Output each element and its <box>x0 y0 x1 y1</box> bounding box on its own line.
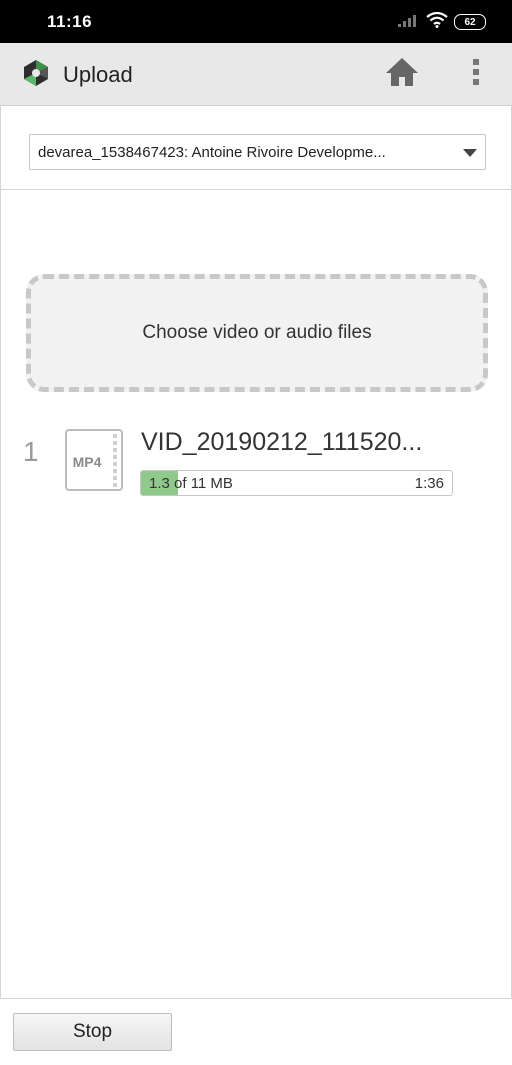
upload-progress-text: 1.3 of 11 MB <box>149 475 233 492</box>
signal-icon <box>398 13 420 32</box>
overflow-menu-icon <box>472 58 480 91</box>
upload-item-index: 1 <box>23 436 39 467</box>
status-icons: 62 <box>398 11 486 33</box>
app-logo-icon <box>22 59 50 87</box>
chevron-down-icon <box>463 149 477 157</box>
upload-item: 1 MP4 VID_20190212_111520... 1.3 of 11 M… <box>1 426 512 506</box>
channel-select[interactable]: devarea_1538467423: Antoine Rivoire Deve… <box>29 134 486 170</box>
upload-panel: Choose video or audio files 1 MP4 VID_20… <box>0 190 512 999</box>
upload-time-remaining: 1:36 <box>414 475 444 492</box>
home-icon <box>385 57 419 92</box>
battery-level: 62 <box>464 16 476 28</box>
wifi-icon <box>426 11 448 33</box>
channel-select-section: devarea_1538467423: Antoine Rivoire Deve… <box>0 106 512 190</box>
file-type-label: MP4 <box>73 454 102 470</box>
battery-icon: 62 <box>454 14 486 30</box>
home-button[interactable] <box>384 57 420 91</box>
channel-select-value: devarea_1538467423: Antoine Rivoire Deve… <box>38 144 386 161</box>
stop-button[interactable]: Stop <box>13 1013 172 1051</box>
status-time: 11:16 <box>47 12 93 31</box>
upload-file-name: VID_20190212_111520... <box>141 428 423 456</box>
file-dropzone[interactable]: Choose video or audio files <box>26 274 488 392</box>
toolbar: Upload <box>0 43 512 106</box>
page-title: Upload <box>63 62 133 87</box>
overflow-menu-button[interactable] <box>462 57 490 91</box>
status-bar: 11:16 62 <box>0 0 512 43</box>
upload-progress-bar: 1.3 of 11 MB 1:36 <box>140 470 453 496</box>
mp4-file-icon: MP4 <box>65 429 123 491</box>
dropzone-label: Choose video or audio files <box>142 322 372 343</box>
